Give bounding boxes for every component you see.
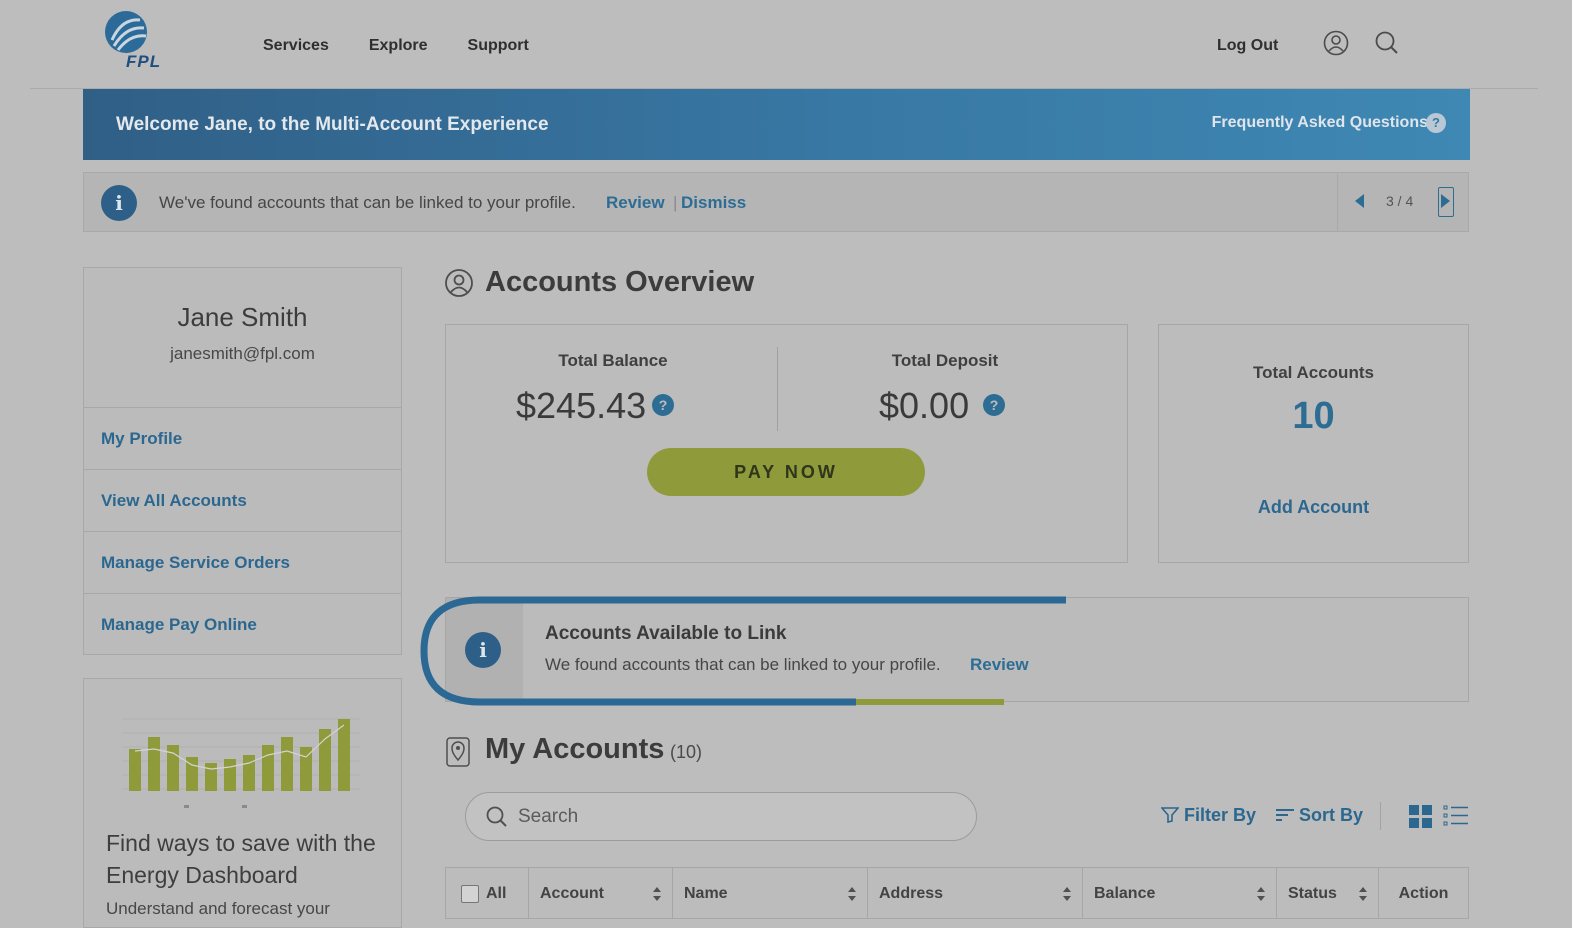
filter-by-label: Filter By — [1184, 805, 1257, 825]
balance-card: Total Balance $245.43 ? Total Deposit $0… — [445, 324, 1128, 563]
my-accounts-count: (10) — [670, 742, 703, 762]
link-banner-review-link[interactable]: Review — [970, 655, 1029, 675]
accounts-table-header: All Account Name Address Balance Status … — [445, 867, 1469, 919]
balance-help-icon[interactable]: ? — [652, 394, 674, 416]
column-status[interactable]: Status — [1277, 868, 1379, 918]
energy-dashboard-card[interactable]: Find ways to save with the Energy Dashbo… — [83, 678, 402, 928]
sort-arrows-icon[interactable] — [1063, 887, 1071, 901]
total-accounts-label: Total Accounts — [1253, 363, 1374, 382]
logout-link[interactable]: Log Out — [1217, 37, 1278, 55]
sort-by-button[interactable]: Sort By — [1276, 805, 1363, 826]
info-icon: i — [101, 185, 137, 221]
link-banner-text: We found accounts that can be linked to … — [545, 655, 941, 674]
column-balance[interactable]: Balance — [1083, 868, 1277, 918]
chevron-right-icon[interactable] — [1441, 194, 1450, 208]
link-notice-bar: i We've found accounts that can be linke… — [83, 172, 1469, 232]
total-accounts-card: Total Accounts 10 Add Account — [1158, 324, 1469, 563]
total-accounts-value: 10 — [1292, 395, 1335, 437]
search-input[interactable] — [516, 803, 940, 831]
column-account[interactable]: Account — [529, 868, 673, 918]
notice-separator: | — [673, 193, 678, 212]
nav-services[interactable]: Services — [263, 37, 329, 55]
sort-arrows-icon[interactable] — [848, 887, 856, 901]
energy-description: Understand and forecast your — [106, 899, 330, 918]
column-account-label: Account — [540, 885, 604, 902]
column-name[interactable]: Name — [673, 868, 868, 918]
notice-review-link[interactable]: Review — [606, 193, 665, 213]
energy-title: Find ways to save with the Energy Dashbo… — [106, 830, 376, 888]
nav-explore[interactable]: Explore — [369, 37, 428, 55]
total-balance-value: $245.43 — [516, 385, 647, 426]
profile-card: Jane Smith janesmith@fpl.com My Profile … — [83, 267, 402, 655]
profile-name: Jane Smith — [177, 302, 308, 332]
column-name-label: Name — [684, 885, 728, 902]
filter-icon — [1160, 807, 1180, 824]
user-icon[interactable] — [1323, 30, 1349, 56]
add-account-link[interactable]: Add Account — [1159, 497, 1468, 518]
column-action: Action — [1379, 868, 1468, 918]
welcome-title: Welcome Jane, to the Multi-Account Exper… — [116, 114, 549, 135]
sort-icon — [1276, 809, 1294, 821]
notice-pager: 3 / 4 — [1337, 173, 1468, 231]
sort-arrows-icon[interactable] — [653, 887, 661, 901]
column-address[interactable]: Address — [868, 868, 1083, 918]
account-search[interactable] — [465, 792, 977, 841]
notice-text: We've found accounts that can be linked … — [159, 193, 576, 212]
total-balance-label: Total Balance — [558, 351, 668, 370]
search-icon[interactable] — [1374, 30, 1400, 56]
accounts-to-link-banner: i Accounts Available to Link We found ac… — [445, 597, 1469, 702]
nav-support[interactable]: Support — [468, 37, 529, 55]
sort-arrows-icon[interactable] — [1359, 887, 1367, 901]
notice-dismiss-link[interactable]: Dismiss — [681, 193, 746, 213]
column-status-label: Status — [1288, 885, 1337, 902]
faq-link[interactable]: Frequently Asked Questions — [1212, 114, 1428, 132]
list-view-icon[interactable] — [1443, 805, 1468, 827]
total-deposit-label: Total Deposit — [891, 351, 999, 370]
manage-pay-online-link[interactable]: Manage Pay Online — [84, 593, 401, 655]
column-address-label: Address — [879, 885, 944, 902]
main-nav: Services Explore Support — [263, 37, 569, 55]
select-all-checkbox[interactable] — [461, 885, 479, 903]
location-pin-icon — [446, 737, 470, 767]
fpl-logo-text: FPL — [126, 52, 162, 71]
my-accounts-title: My Accounts — [485, 733, 665, 765]
column-action-label: Action — [1398, 885, 1449, 902]
search-icon — [486, 806, 507, 827]
column-select-all[interactable]: All — [446, 868, 529, 918]
toolbar-divider — [1380, 802, 1381, 830]
select-all-label: All — [486, 885, 507, 902]
grid-view-icon[interactable] — [1409, 805, 1432, 828]
help-icon[interactable]: ? — [1426, 113, 1446, 133]
link-banner-title: Accounts Available to Link — [545, 623, 787, 644]
manage-service-orders-link[interactable]: Manage Service Orders — [84, 531, 401, 593]
chevron-left-icon[interactable] — [1355, 194, 1364, 208]
filter-by-button[interactable]: Filter By — [1160, 805, 1257, 826]
sort-arrows-icon[interactable] — [1257, 887, 1265, 901]
profile-email: janesmith@fpl.com — [170, 344, 315, 363]
balance-divider — [777, 347, 778, 431]
view-all-accounts-link[interactable]: View All Accounts — [84, 469, 401, 531]
pay-now-button[interactable]: PAY NOW — [647, 448, 925, 496]
sort-by-label: Sort By — [1299, 805, 1364, 825]
top-header: FPL Services Explore Support Log Out — [30, 0, 1538, 89]
deposit-help-icon[interactable]: ? — [983, 394, 1005, 416]
info-icon: i — [465, 632, 501, 668]
profile-menu: My Profile View All Accounts Manage Serv… — [84, 407, 401, 655]
my-profile-link[interactable]: My Profile — [84, 407, 401, 469]
energy-usage-thumbnail — [122, 718, 360, 808]
column-balance-label: Balance — [1094, 885, 1156, 902]
total-deposit-value: $0.00 — [879, 385, 970, 426]
pager-count: 3 / 4 — [1386, 193, 1414, 209]
accounts-overview-title: Accounts Overview — [485, 266, 755, 298]
user-circle-icon — [445, 269, 473, 297]
welcome-banner: Welcome Jane, to the Multi-Account Exper… — [83, 89, 1470, 160]
